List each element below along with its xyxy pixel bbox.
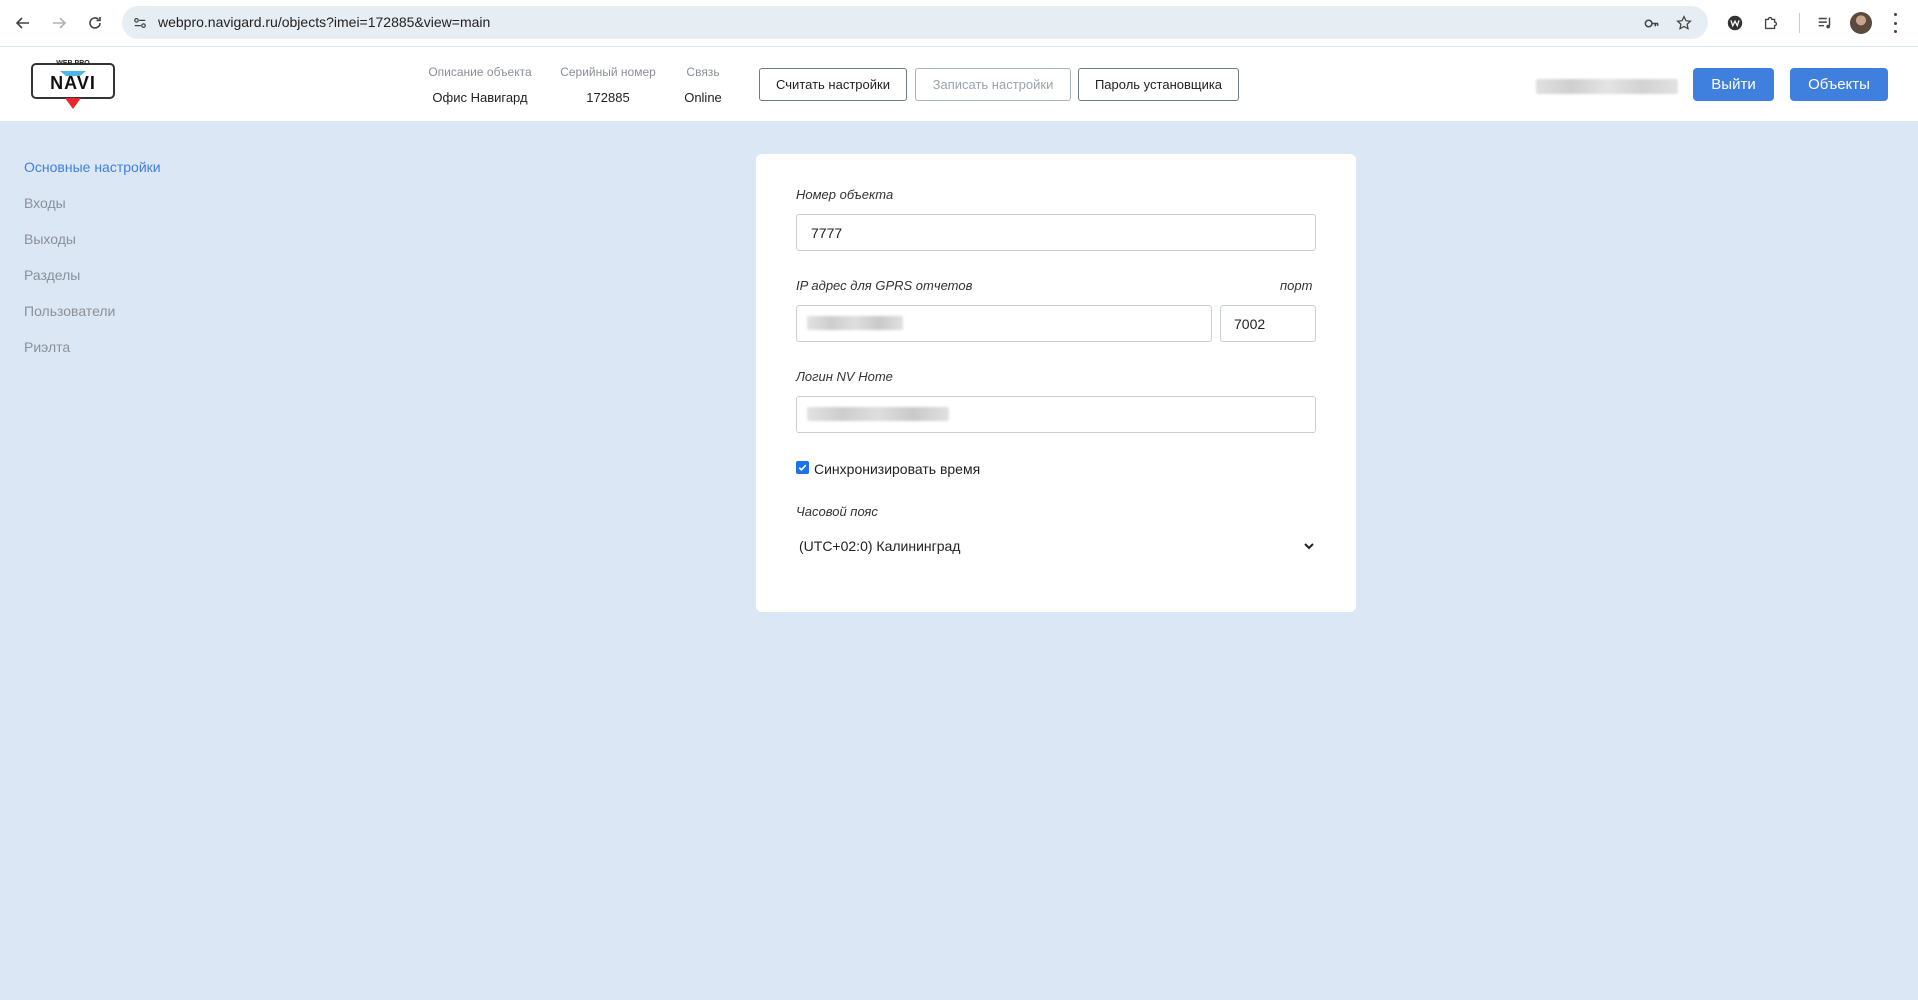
read-settings-button[interactable]: Считать настройки [759,68,907,101]
sidebar-item-outputs[interactable]: Выходы [24,230,161,266]
bookmark-star-icon[interactable] [1675,14,1693,32]
nv-home-login-label: Логин NV Home [796,369,893,384]
login-redacted [807,407,949,421]
nv-home-login-input[interactable] [796,396,1316,433]
logo-top-text: WEB PRO [56,60,90,67]
extensions-puzzle-icon[interactable] [1760,12,1782,34]
sidebar-item-rielta[interactable]: Риэлта [24,338,161,374]
timezone-label: Часовой пояс [796,504,878,519]
media-control-icon[interactable] [1814,12,1836,34]
user-name-redacted [1536,79,1678,94]
sync-time-label[interactable]: Синхронизировать время [814,461,980,477]
password-key-icon[interactable] [1642,14,1660,32]
sidebar-nav: Основные настройки Входы Выходы Разделы … [24,158,161,374]
extension-w-icon[interactable] [1724,12,1746,34]
installer-password-button[interactable]: Пароль установщика [1078,68,1239,101]
back-arrow-icon[interactable] [9,9,37,37]
profile-avatar[interactable] [1850,12,1872,34]
url-text[interactable]: webpro.navigard.ru/objects?imei=172885&v… [158,14,490,30]
connection-status: Связь Online [675,65,731,105]
object-desc-label: Описание объекта [428,65,532,79]
main-settings-card: Номер объекта 7777 IP адрес для GPRS отч… [756,154,1356,612]
address-bar[interactable]: webpro.navigard.ru/objects?imei=172885&v… [122,6,1708,39]
write-settings-button[interactable]: Записать настройки [915,68,1071,101]
browser-toolbar: webpro.navigard.ru/objects?imei=172885&v… [0,0,1918,46]
ip-address-input[interactable] [796,305,1212,342]
sidebar-item-inputs[interactable]: Входы [24,194,161,230]
reload-icon[interactable] [81,9,109,37]
serial-number: Серийный номер 172885 [556,65,660,105]
connection-value: Online [684,90,722,105]
sync-time-checkbox[interactable] [796,461,809,474]
objects-button[interactable]: Объекты [1790,68,1888,101]
site-settings-icon[interactable] [131,14,149,32]
browser-menu-icon[interactable] [1892,13,1898,33]
serial-label: Серийный номер [560,65,656,79]
serial-value: 172885 [586,90,630,105]
timezone-select[interactable]: (UTC+02:0) Калининград [796,534,1316,558]
logout-button[interactable]: Выйти [1693,68,1774,101]
ip-address-redacted [807,316,903,330]
connection-label: Связь [686,65,720,79]
object-number-label: Номер объекта [796,187,894,202]
navi-logo[interactable]: WEB PRO NAVI [30,58,116,110]
chevron-down-icon [1302,539,1316,553]
timezone-value: (UTC+02:0) Калининград [799,538,961,554]
object-desc-value: Офис Навигард [432,90,528,105]
sidebar-item-partitions[interactable]: Разделы [24,266,161,302]
object-number-input[interactable]: 7777 [796,214,1316,251]
forward-arrow-icon[interactable] [45,9,73,37]
sidebar-item-main-settings[interactable]: Основные настройки [24,158,161,194]
ip-address-label: IP адрес для GPRS отчетов [796,278,973,293]
port-input[interactable]: 7002 [1220,305,1316,342]
sidebar-item-users[interactable]: Пользователи [24,302,161,338]
toolbar-divider [1799,13,1800,33]
object-description: Описание объекта Офис Навигард [424,65,536,105]
app-header: WEB PRO NAVI Описание объекта Офис Навиг… [0,46,1918,121]
port-label: порт [1280,278,1313,293]
